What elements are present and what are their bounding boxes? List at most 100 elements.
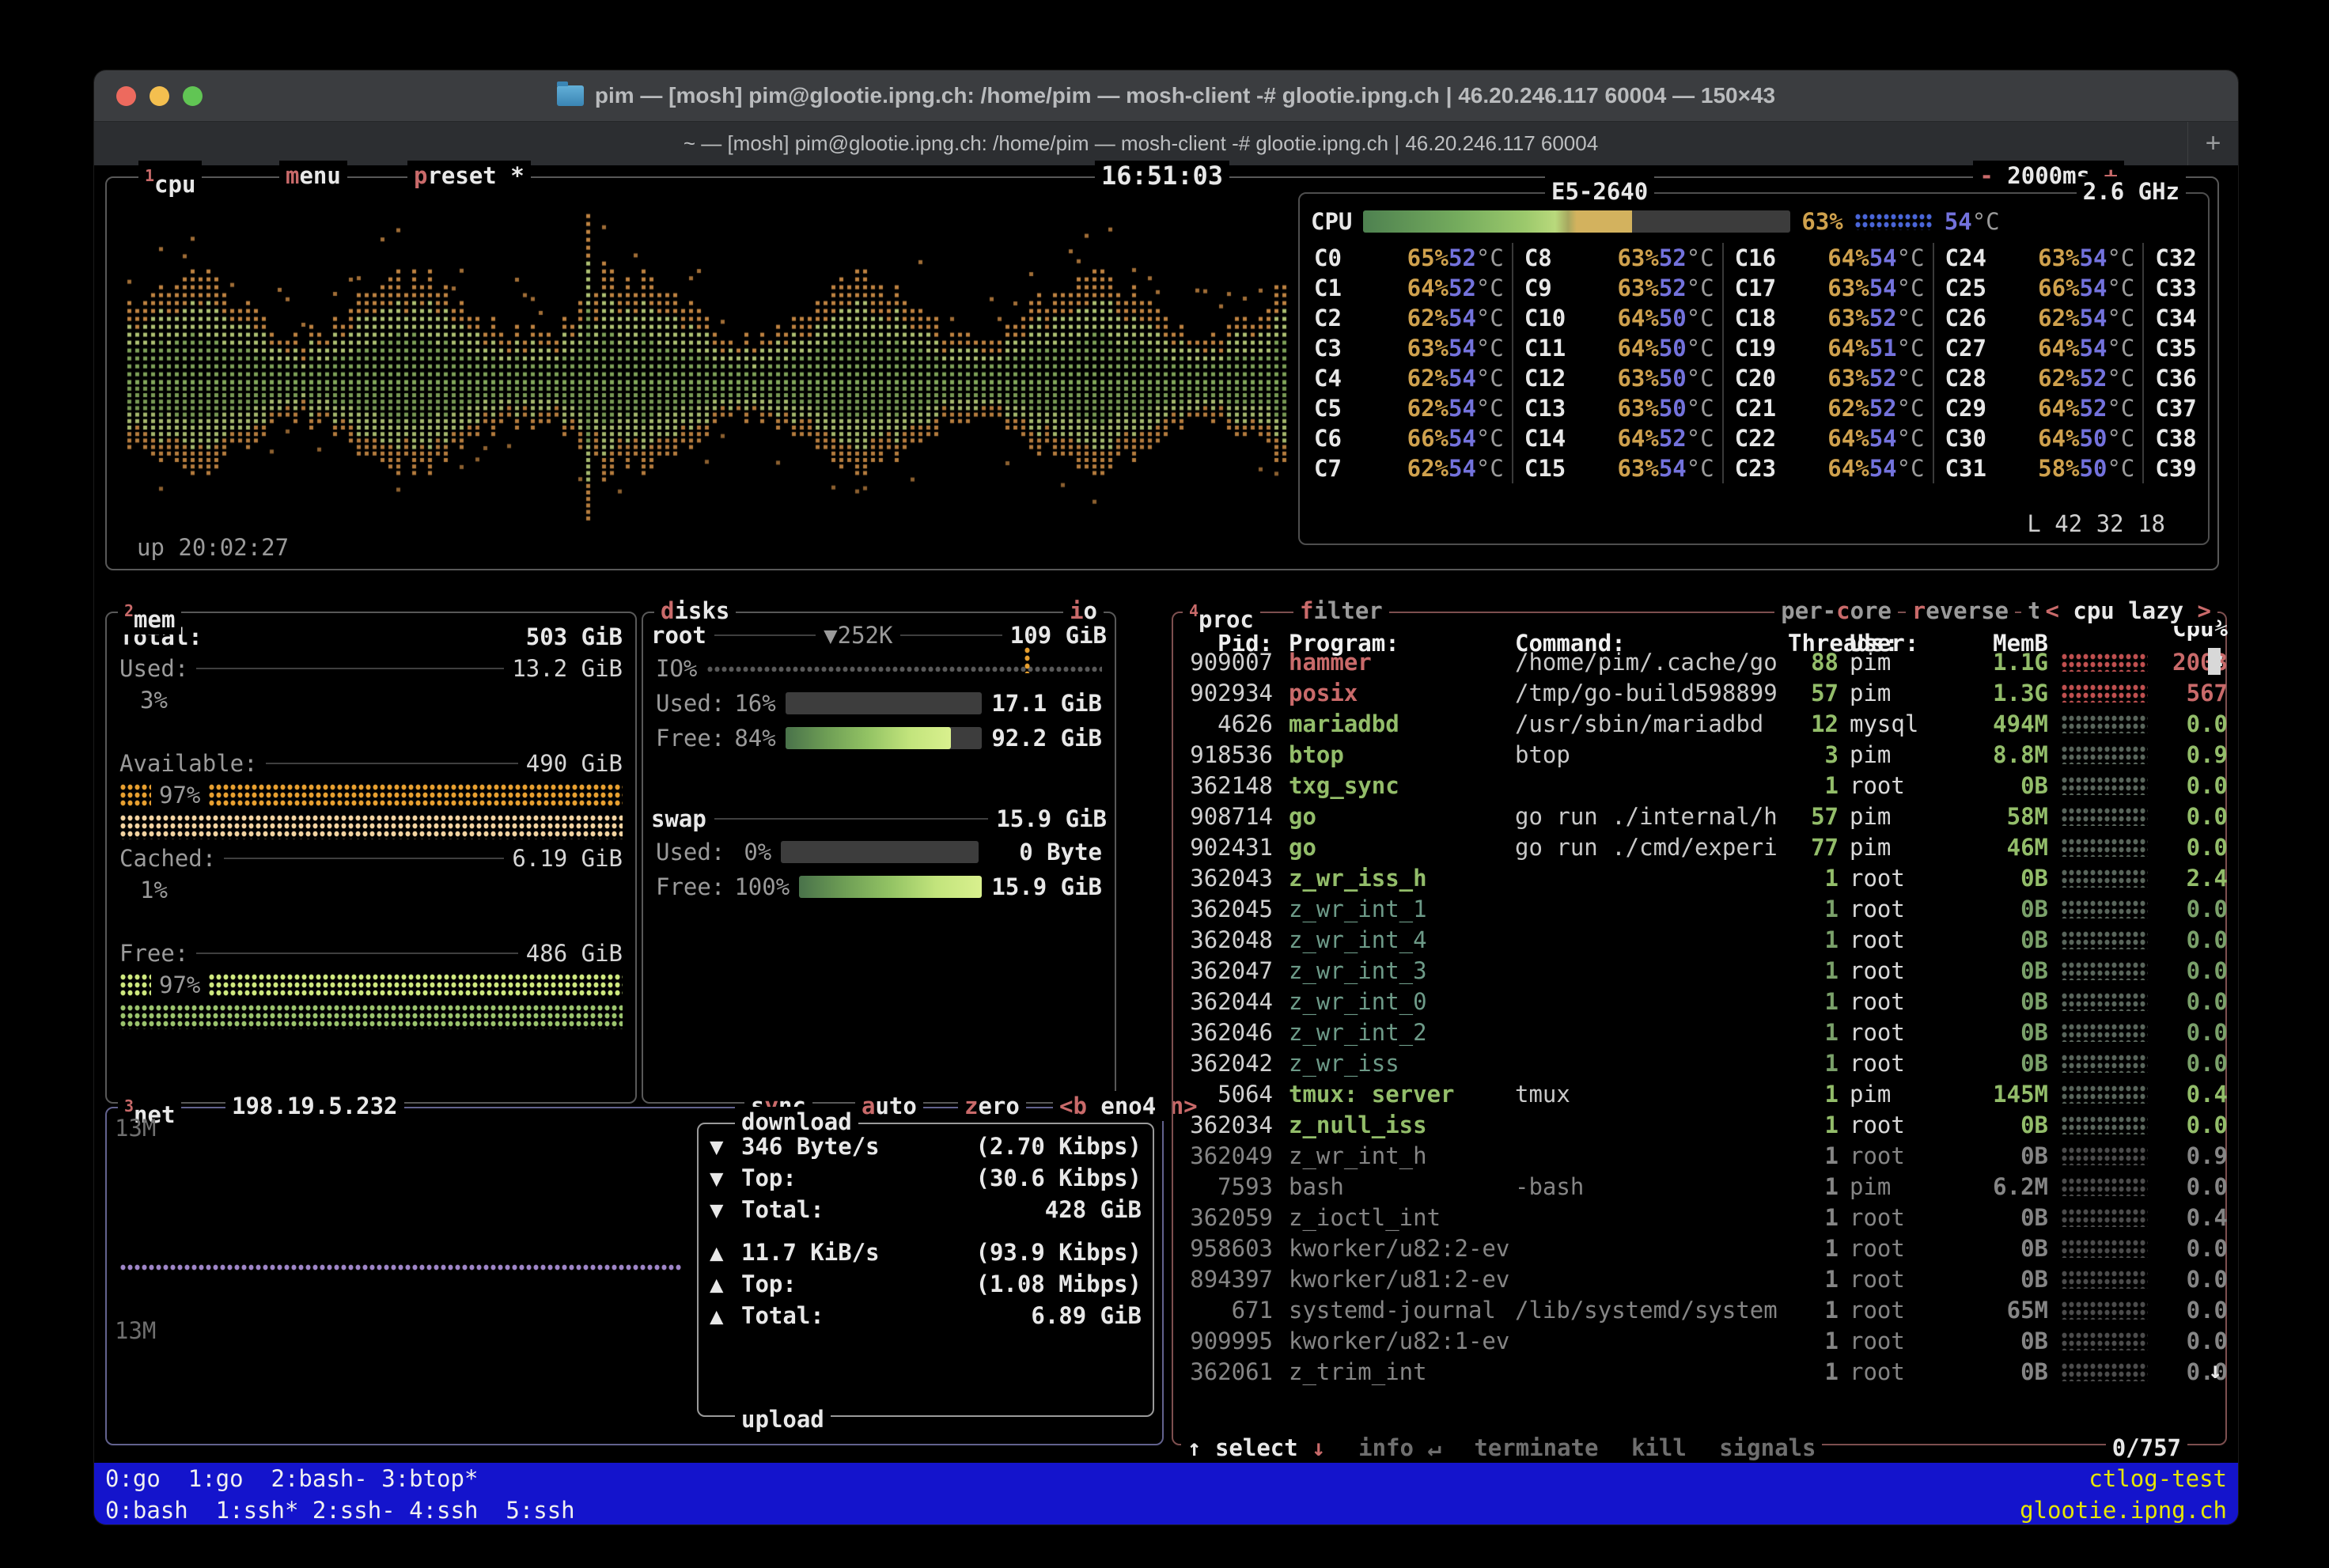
core-grid: C065%52°CC863%52°CC1664%54°CC2463%54°CC3… <box>1300 237 2208 483</box>
proc-select-key[interactable]: select <box>1215 1434 1298 1461</box>
upload-title: upload <box>735 1404 831 1434</box>
disk-free-row: Free:84% 92.2 GiB <box>643 721 1115 756</box>
core-cell: C1964%51°C <box>1722 333 1933 363</box>
mem-free-row: Free:486 GiB <box>107 937 635 969</box>
new-tab-button[interactable]: + <box>2187 122 2238 165</box>
core-row: C363%54°CC1164%50°CC1964%51°CC2764%54°CC… <box>1303 333 2205 363</box>
process-row[interactable]: 362043z_wr_iss_h1root0B2.4 <box>1173 862 2225 893</box>
proc-percore-toggle[interactable]: per-core <box>1774 596 1898 626</box>
core-cell: C666%54°C <box>1303 423 1512 453</box>
process-row[interactable]: 908714gogo run ./internal/h57pim58M0.0 <box>1173 801 2225 831</box>
mem-box-title[interactable]: 2mem <box>118 596 181 634</box>
process-row[interactable]: 362045z_wr_int_11root0B0.0 <box>1173 893 2225 924</box>
net-stat-row: ▼Top:(30.6 Kibps) <box>699 1162 1153 1194</box>
disks-box-title[interactable]: disks <box>654 596 736 626</box>
proc-signals-key[interactable]: signals <box>1700 1434 1816 1461</box>
core-cell: C1164%50°C <box>1512 333 1722 363</box>
net-ip: 198.19.5.232 <box>225 1091 404 1121</box>
proc-scroll-down-arrow[interactable]: ↓ <box>2209 1355 2222 1385</box>
cpu-box: 1cpu menu preset * 16:51:03 - 2000ms + u… <box>105 176 2219 570</box>
download-rows: ▼346 Byte/s(2.70 Kibps)▼Top:(30.6 Kibps)… <box>699 1124 1153 1225</box>
process-row[interactable]: 7593bash-bash1pim6.2M0.0 <box>1173 1171 2225 1202</box>
proc-filter-button[interactable]: filter <box>1293 596 1389 626</box>
swap-free-row: Free:100% 15.9 GiB <box>643 869 1115 904</box>
process-row[interactable]: 909995kworker/u82:1-ev1root0B0.0 <box>1173 1325 2225 1356</box>
disks-io-toggle[interactable]: io <box>1063 596 1104 626</box>
proc-reverse-toggle[interactable]: reverse <box>1906 596 2015 626</box>
core-cell: C262%54°C <box>1303 303 1512 333</box>
process-row[interactable]: 958603kworker/u82:2-ev1root0B0.0 <box>1173 1233 2225 1263</box>
tmux-session-name-1: ctlog-test <box>2089 1463 2227 1494</box>
proc-rows: 909007hammer/home/pim/.cache/go88pim1.1G… <box>1173 646 2225 1387</box>
core-cell: C3864%52°C <box>2142 423 2239 453</box>
disk-io-spike <box>1024 646 1031 673</box>
uptime: up 20:02:27 <box>137 532 289 562</box>
interval-minus-button[interactable]: - <box>1979 162 1993 189</box>
process-row[interactable]: 362034z_null_iss1root0B0.0 <box>1173 1109 2225 1140</box>
disk-used-row: Used:16% 17.1 GiB <box>643 686 1115 721</box>
core-cell: C3562%52°C <box>2142 333 2239 363</box>
mem-available-row: Available:490 GiB <box>107 748 635 779</box>
tmux-windows-2[interactable]: 0:bash 1:ssh* 2:ssh- 4:ssh 5:ssh <box>105 1494 575 1525</box>
swap-used-row: Used:0% 0 Byte <box>643 835 1115 869</box>
tmux-status-bar: 0:go 1:go 2:bash- 3:btop* ctlog-test 0:b… <box>94 1463 2238 1525</box>
mem-cached-percent: 1% <box>107 874 635 906</box>
cpu-temp-graph <box>1854 213 1933 230</box>
menu-button[interactable]: menu <box>279 161 347 191</box>
proc-terminate-key[interactable]: terminate <box>1455 1434 1598 1461</box>
net-scale-top: 13M <box>115 1113 156 1143</box>
load-average: L 42 32 18 <box>2027 509 2165 539</box>
window-titlebar[interactable]: pim — [mosh] pim@glootie.ipng.ch: /home/… <box>94 70 2238 121</box>
proc-kill-key[interactable]: kill <box>1612 1434 1687 1461</box>
core-row: C666%54°CC1464%52°CC2264%54°CC3064%50°CC… <box>1303 423 2205 453</box>
preset-button[interactable]: preset * <box>407 161 531 191</box>
tab-title[interactable]: ~ — [mosh] pim@glootie.ipng.ch: /home/pi… <box>94 131 2187 156</box>
cpu-total-percent: 63% <box>1801 206 1842 237</box>
window-title: pim — [mosh] pim@glootie.ipng.ch: /home/… <box>595 83 1775 108</box>
core-cell: C3465%52°C <box>2142 303 2239 333</box>
process-row[interactable]: 362042z_wr_iss1root0B0.0 <box>1173 1047 2225 1078</box>
cpu-frequency: 2.6 GHz <box>2077 176 2186 206</box>
process-row[interactable]: 362059z_ioctl_int1root0B0.4 <box>1173 1202 2225 1233</box>
process-row[interactable]: 909007hammer/home/pim/.cache/go88pim1.1G… <box>1173 646 2225 677</box>
mem-free-meter: 97% <box>107 969 635 1001</box>
net-zero-toggle[interactable]: zero <box>958 1091 1026 1121</box>
core-cell: C3158%50°C <box>1933 453 2143 483</box>
core-cell: C164%52°C <box>1303 273 1512 303</box>
disk-swap-header: swap 15.9 GiB <box>643 803 1115 835</box>
proc-info-key[interactable]: info ↵ <box>1339 1434 1441 1461</box>
process-row[interactable]: 362049z_wr_int_h1root0B0.9 <box>1173 1140 2225 1171</box>
tmux-session-1: 0:go 1:go 2:bash- 3:btop* ctlog-test <box>105 1463 2227 1494</box>
core-cell: C1763%54°C <box>1722 273 1933 303</box>
cpu-total-row: CPU 63% 54°C <box>1300 194 2208 237</box>
tmux-session-2: 0:bash 1:ssh* 2:ssh- 4:ssh 5:ssh glootie… <box>105 1494 2227 1525</box>
net-prev-interface[interactable]: <b <box>1059 1093 1087 1119</box>
process-row[interactable]: 894397kworker/u81:2-ev1root0B0.0 <box>1173 1263 2225 1294</box>
proc-box-title[interactable]: 4proc <box>1183 596 1260 634</box>
process-row[interactable]: 902934posix/tmp/go-build59889957pim1.3G5… <box>1173 677 2225 708</box>
process-row[interactable]: 362048z_wr_int_41root0B0.0 <box>1173 924 2225 955</box>
core-cell: C1664%54°C <box>1722 243 1933 273</box>
tmux-windows-1[interactable]: 0:go 1:go 2:bash- 3:btop* <box>105 1463 478 1494</box>
process-row[interactable]: 902431gogo run ./cmd/experi77pim46M0.0 <box>1173 831 2225 862</box>
core-cell: C2662%54°C <box>1933 303 2143 333</box>
upload-rows: ▲11.7 KiB/s(93.9 Kibps)▲Top:(1.08 Mibps)… <box>699 1237 1153 1331</box>
process-row[interactable]: 362044z_wr_int_01root0B0.0 <box>1173 986 2225 1017</box>
proc-scrollbar[interactable] <box>2208 648 2221 675</box>
proc-sort-next[interactable]: > <box>2198 597 2211 624</box>
process-row[interactable]: 5064tmux: servertmux1pim145M0.4 <box>1173 1078 2225 1109</box>
process-row[interactable]: 4626mariadbd/usr/sbin/mariadbd12mysql494… <box>1173 708 2225 739</box>
process-row[interactable]: 362061z_trim_int1root0B0.0 <box>1173 1356 2225 1387</box>
process-row[interactable]: 362047z_wr_int_31root0B0.0 <box>1173 955 2225 986</box>
process-row[interactable]: 671systemd-journal/lib/systemd/system1ro… <box>1173 1294 2225 1325</box>
core-cell: C3665%50°C <box>2142 363 2239 393</box>
core-cell: C562%54°C <box>1303 393 1512 423</box>
process-row[interactable]: 362148txg_sync1root0B0.0 <box>1173 770 2225 801</box>
cpu-box-title[interactable]: 1cpu <box>138 161 202 199</box>
net-auto-toggle[interactable]: auto <box>855 1091 923 1121</box>
process-row[interactable]: 362046z_wr_int_21root0B0.0 <box>1173 1017 2225 1047</box>
process-row[interactable]: 918536btopbtop3pim8.8M0.9 <box>1173 739 2225 770</box>
terminal-content: 1cpu menu preset * 16:51:03 - 2000ms + u… <box>94 165 2238 1463</box>
mem-free-meter2 <box>107 1001 635 1032</box>
proc-sort-prev[interactable]: < <box>2045 597 2058 624</box>
